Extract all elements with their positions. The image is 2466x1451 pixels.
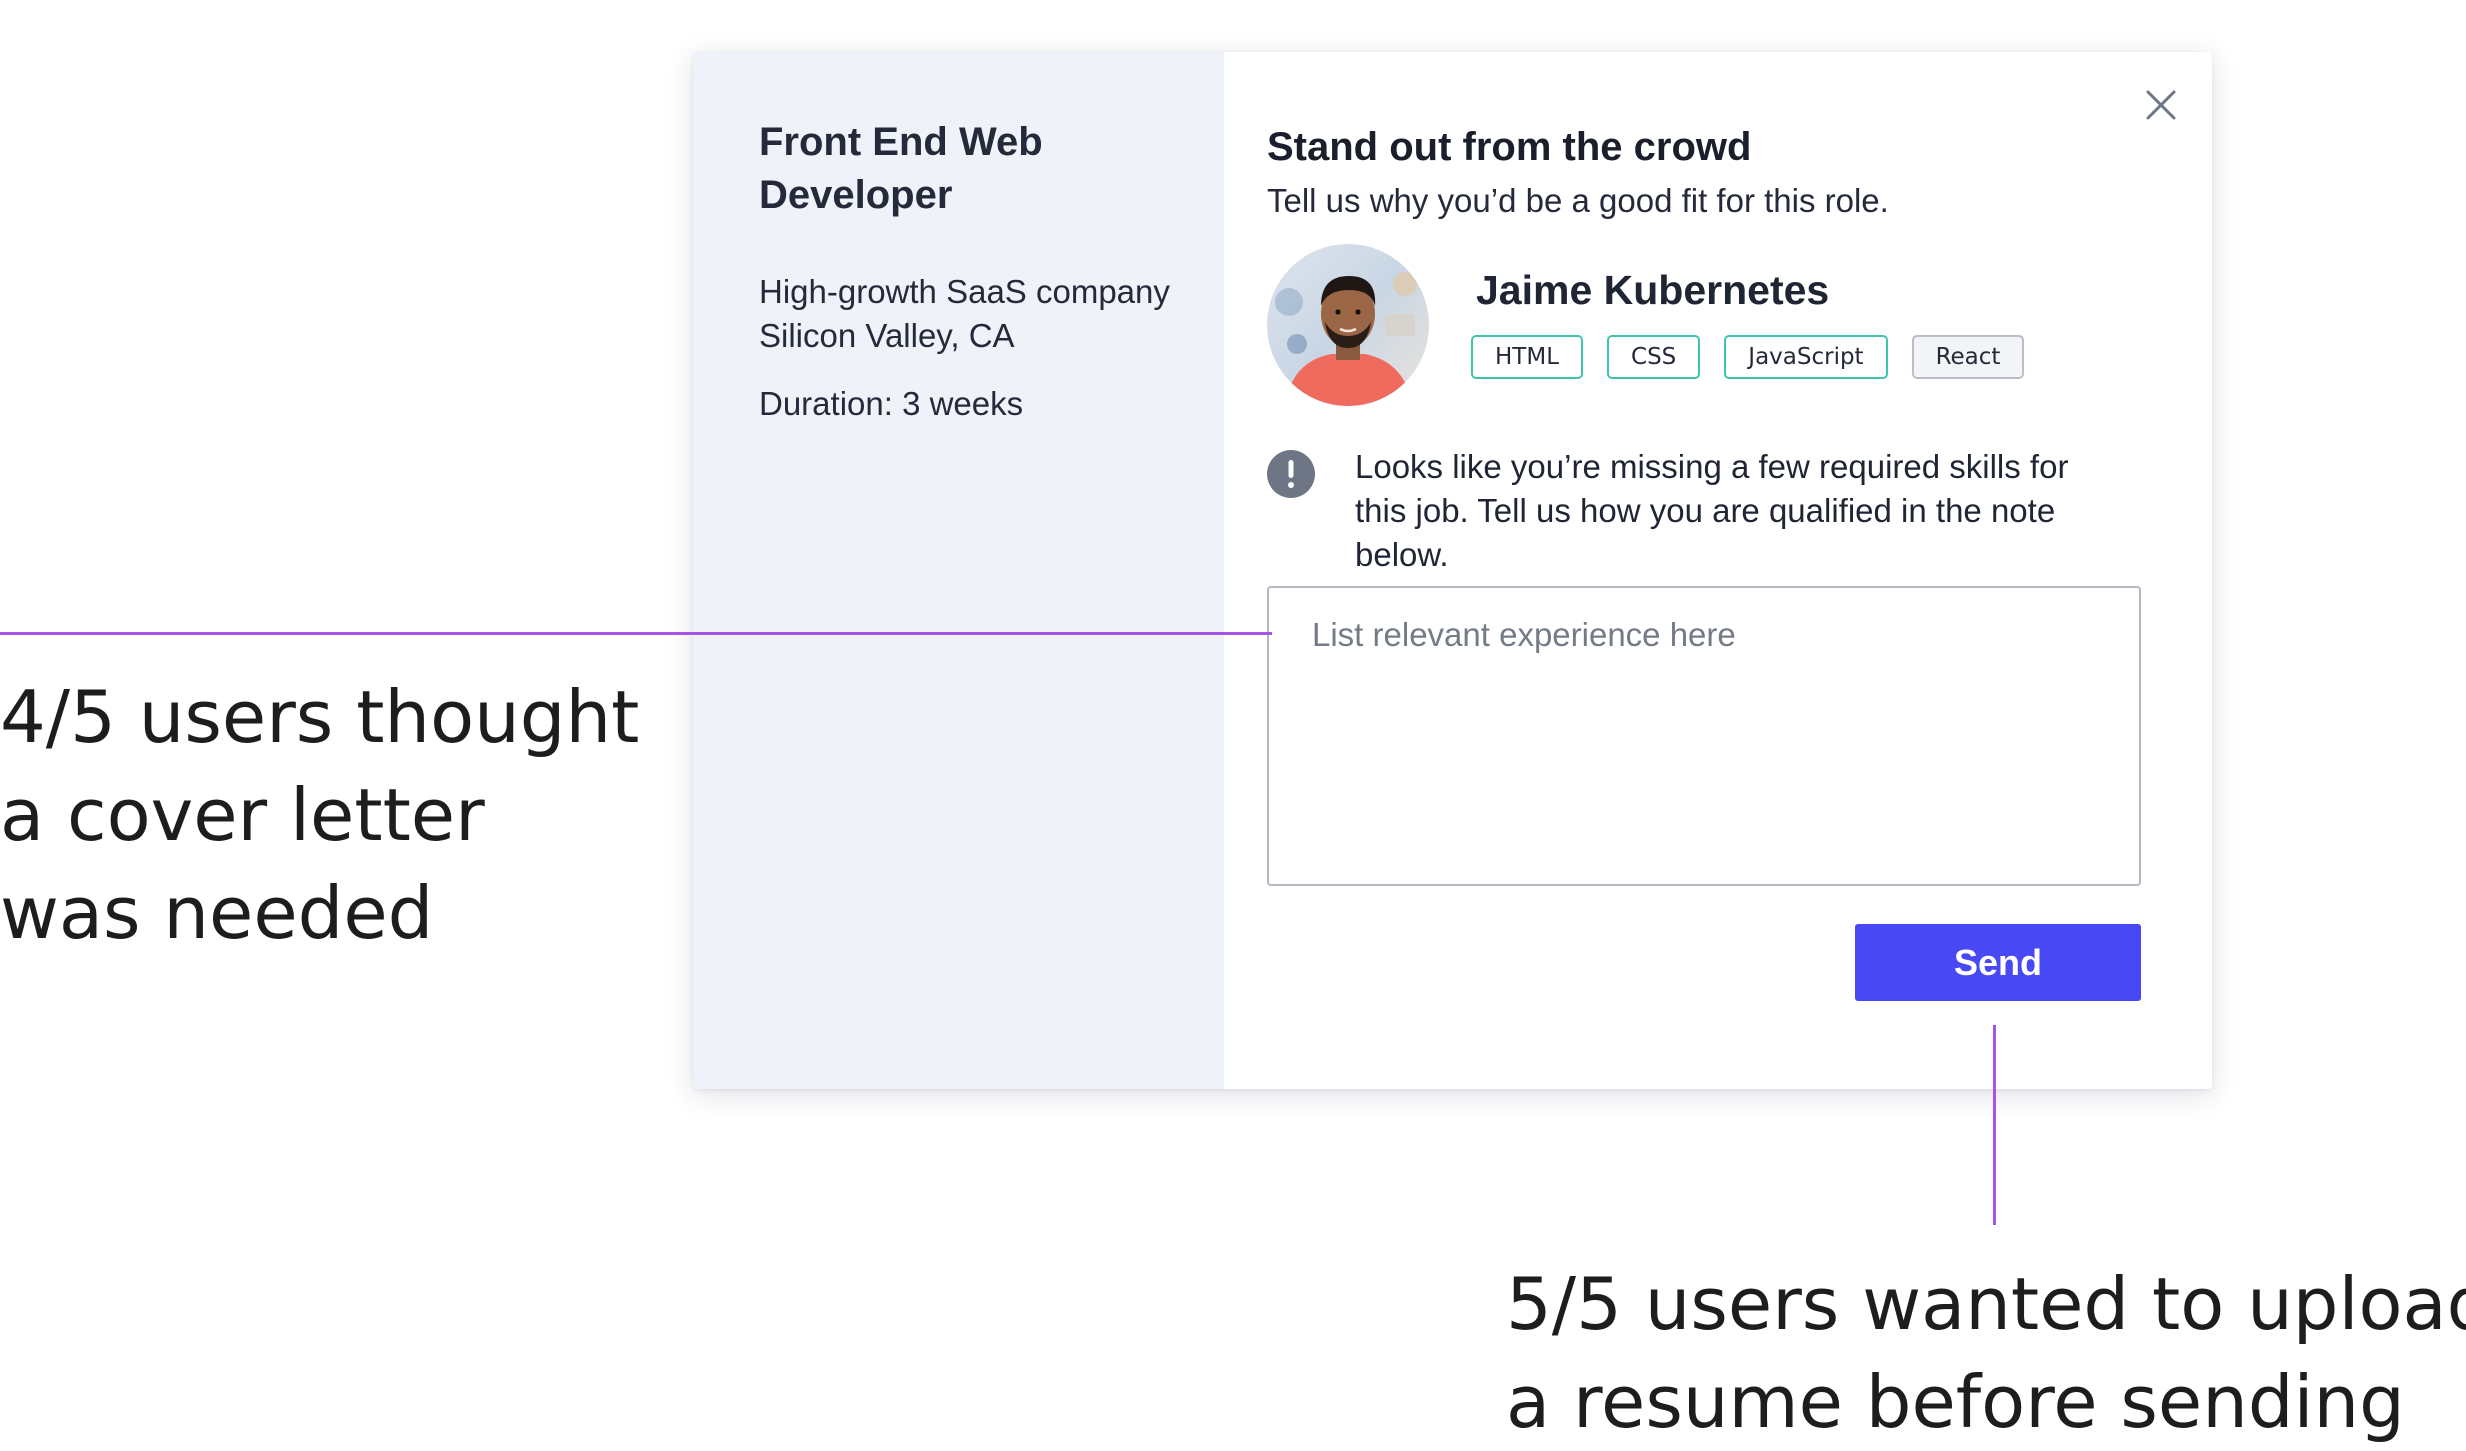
job-title: Front End Web Developer xyxy=(759,120,1043,217)
annotation-line: 5/5 users wanted to upload xyxy=(1506,1262,2466,1346)
job-location: Silicon Valley, CA xyxy=(759,317,1015,354)
annotation-line: 4/5 users thought xyxy=(0,675,640,759)
exclamation-icon xyxy=(1267,450,1315,498)
skill-tag-css: CSS xyxy=(1607,335,1701,379)
avatar xyxy=(1267,244,1429,406)
job-company: High-growth SaaS company xyxy=(759,273,1170,310)
annotation-line: was needed xyxy=(0,871,434,955)
skill-tag-html: HTML xyxy=(1471,335,1584,379)
candidate-name: Jaime Kubernetes xyxy=(1476,267,1830,313)
missing-skills-warning: Looks like you’re missing a few required… xyxy=(1355,448,2069,573)
modal-heading: Stand out from the crowd xyxy=(1267,125,1752,169)
annotation-connector-bottom xyxy=(1993,1025,1996,1225)
annotation-line: a resume before sending xyxy=(1506,1360,2405,1444)
skill-tag-javascript: JavaScript xyxy=(1724,335,1888,379)
candidate-photo xyxy=(1267,244,1429,406)
modal-subheading: Tell us why you’d be a good fit for this… xyxy=(1267,182,1889,219)
experience-note-input[interactable] xyxy=(1267,586,2141,886)
job-summary-panel: Front End Web Developer High-growth SaaS… xyxy=(693,52,1224,1089)
job-duration: Duration: 3 weeks xyxy=(759,385,1024,422)
apply-modal: Front End Web Developer High-growth SaaS… xyxy=(693,52,2212,1089)
annotation-line: a cover letter xyxy=(0,773,485,857)
application-panel: Stand out from the crowd Tell us why you… xyxy=(1224,52,2212,1089)
skill-tags: HTML CSS JavaScript React xyxy=(1471,335,2025,379)
close-icon xyxy=(2146,90,2176,120)
close-button[interactable] xyxy=(2138,82,2184,128)
skill-tag-react: React xyxy=(1911,335,2025,379)
send-button[interactable]: Send xyxy=(1855,924,2141,1001)
annotation-resume-upload: 5/5 users wanted to upload a resume befo… xyxy=(1506,1255,2466,1451)
annotation-cover-letter: 4/5 users thought a cover letter was nee… xyxy=(0,668,639,962)
annotation-connector-left xyxy=(0,632,1272,635)
